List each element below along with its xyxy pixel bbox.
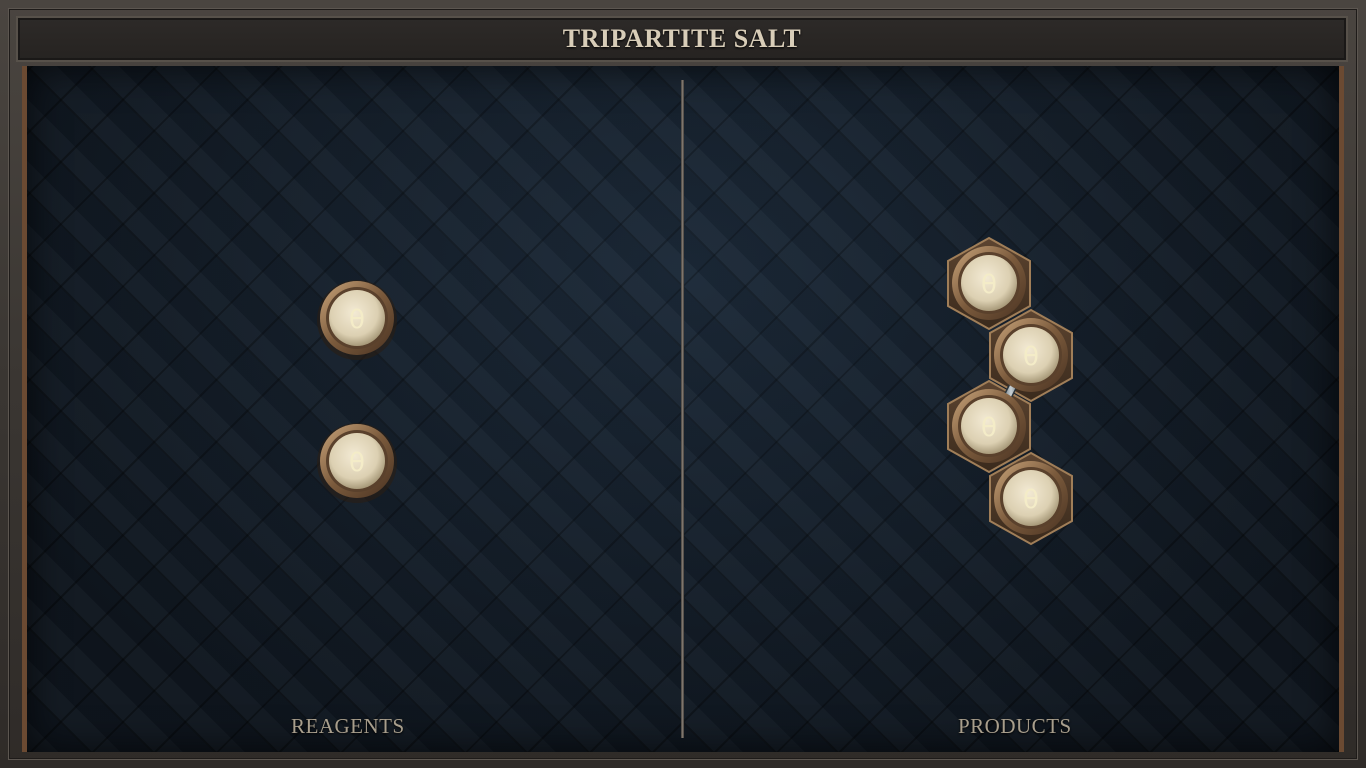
- product-atom: θ: [994, 461, 1068, 535]
- salt-symbol-icon: θ: [349, 305, 365, 335]
- salt-symbol-icon: θ: [1023, 342, 1039, 372]
- molecule-layer: θ θ θ θ θ θ: [317, 236, 1073, 546]
- salt-symbol-icon: θ: [981, 413, 997, 443]
- reagent-atom: θ: [317, 423, 397, 503]
- salt-symbol-icon: θ: [1023, 485, 1039, 515]
- reagent-atom: θ: [317, 280, 397, 360]
- salt-symbol-icon: θ: [981, 270, 997, 300]
- salt-symbol-icon: θ: [349, 448, 365, 478]
- product-atom: θ: [994, 318, 1068, 392]
- product-atom: θ: [952, 246, 1026, 320]
- product-atom: θ: [952, 389, 1026, 463]
